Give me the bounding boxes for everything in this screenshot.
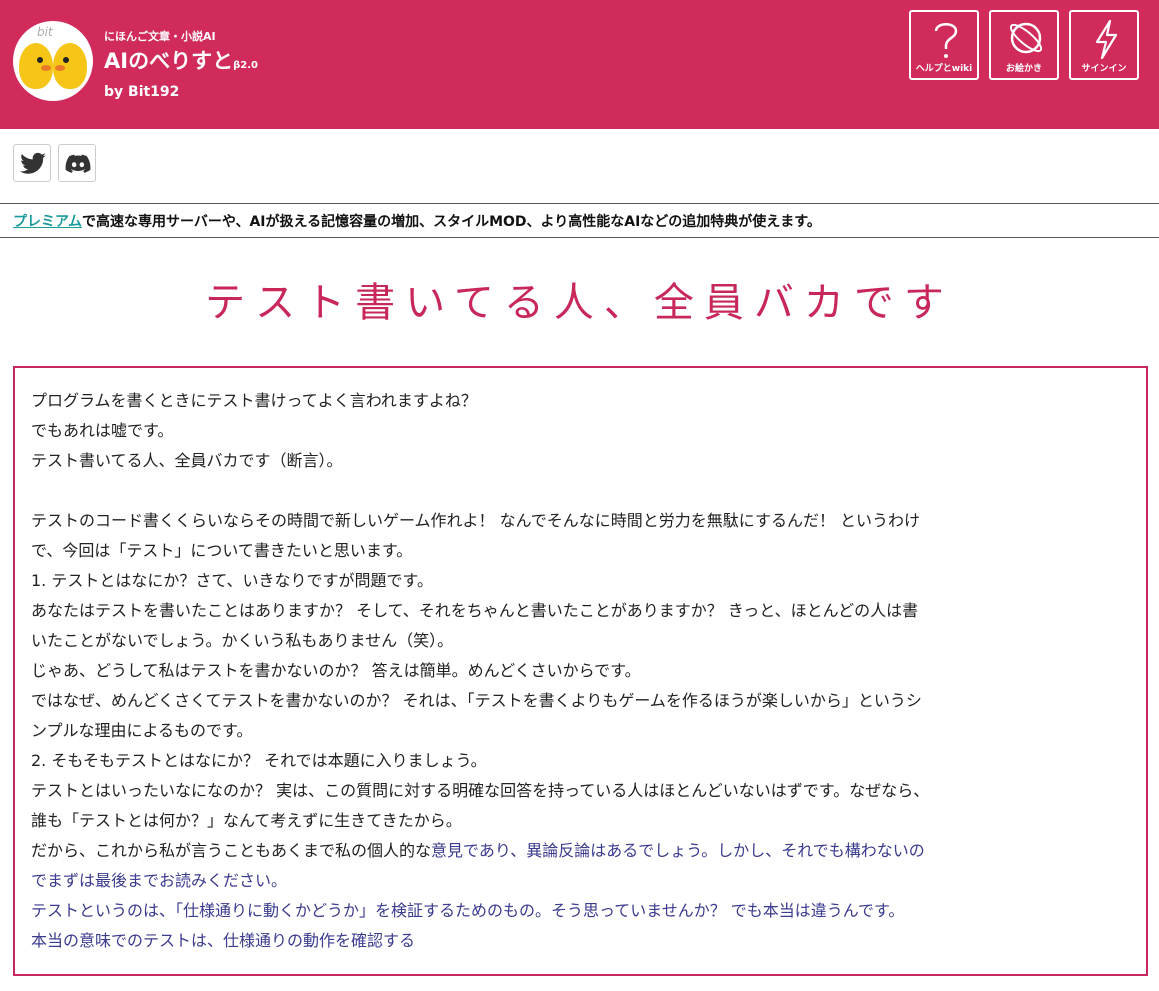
story-text-plain: だから、これから私が言うこともあくまで私の個人的な [31, 841, 432, 860]
story-mixed-line: だから、これから私が言うこともあくまで私の個人的な意見であり、異論反論はあるでし… [31, 836, 1130, 866]
help-wiki-button[interactable]: ヘルプとwiki [909, 10, 979, 80]
story-line: テストのコード書くくらいならその時間で新しいゲーム作れよ！ なんでそんなに時間と… [31, 511, 921, 530]
ai-generated-line: 本当の意味でのテストは、仕様通りの動作を確認する [31, 931, 416, 950]
story-title[interactable]: テスト書いてる人、全員バカです [0, 270, 1159, 328]
story-line: テストとはいったいなになのか？ 実は、この質問に対する明確な回答を持っている人は… [31, 781, 930, 800]
discord-icon [65, 154, 91, 173]
drawing-button[interactable]: お絵かき [989, 10, 1059, 80]
story-blank-line [31, 476, 1130, 506]
story-line: でもあれは嘘です。 [31, 421, 174, 440]
sign-in-button[interactable]: サインイン [1069, 10, 1139, 80]
story-line: ではなぜ、めんどくさくてテストを書かないのか？ それは、「テストを書くよりもゲー… [31, 691, 922, 710]
help-wiki-label: ヘルプとwiki [915, 64, 973, 74]
brand: にほんご文章・小説AI AIのべりすとβ2.0 by Bit192 [104, 30, 258, 100]
lightning-icon [1095, 19, 1118, 60]
twitter-button[interactable] [13, 144, 51, 182]
premium-link[interactable]: プレミアム [13, 214, 82, 230]
brand-tagline: にほんご文章・小説AI [104, 30, 216, 43]
bird-right-icon [53, 43, 87, 89]
story-line: 誰も「テストとは何か？」なんて考えずに生きてきたから。 [31, 811, 462, 830]
brand-by: by Bit192 [104, 84, 180, 100]
story-line: で、今回は「テスト」について書きたいと思います。 [31, 541, 413, 560]
story-line: 2. そもそもテストとはなにか？ それでは本題に入りましょう。 [31, 751, 487, 770]
logo[interactable]: bit [13, 21, 93, 101]
twitter-icon [20, 152, 46, 174]
story-line: いたことがないでしょう。かくいう私もありません（笑）。 [31, 631, 454, 650]
drawing-label: お絵かき [1005, 64, 1042, 74]
story-line: ンプルな理由によるものです。 [31, 721, 253, 740]
story-editor[interactable]: プログラムを書くときにテスト書けってよく言われますよね？ でもあれは嘘です。 テ… [13, 366, 1148, 976]
logo-text: bit [37, 25, 53, 39]
question-icon [934, 23, 958, 58]
story-line: 1. テストとはなにか？さて、いきなりですが問題です。 [31, 571, 433, 590]
app-version: β2.0 [233, 60, 258, 71]
story-line: プログラムを書くときにテスト書けってよく言われますよね？ [31, 391, 477, 410]
sign-in-label: サインイン [1081, 64, 1127, 74]
planet-icon [1009, 22, 1043, 54]
ai-generated-text: 意見であり、異論反論はあるでしょう。しかし、それでも構わないの [431, 841, 925, 860]
premium-promo-banner: プレミアムで高速な専用サーバーや、AIが扱える記憶容量の増加、スタイルMOD、よ… [0, 203, 1159, 238]
ai-generated-line: テストというのは、「仕様通りに動くかどうか」を検証するためのもの。そう思っていま… [31, 901, 905, 920]
story-line: テスト書いてる人、全員バカです（断言）。 [31, 451, 343, 470]
story-line: じゃあ、どうして私はテストを書かないのか？ 答えは簡単。めんどくさいからです。 [31, 661, 641, 680]
bird-left-icon [19, 43, 53, 89]
ai-generated-line: でまずは最後までお読みください。 [31, 871, 288, 890]
app-title[interactable]: AIのべりすとβ2.0 [104, 47, 258, 80]
app-header: bit にほんご文章・小説AI AIのべりすとβ2.0 by Bit192 ヘル… [0, 0, 1159, 129]
premium-promo-text: で高速な専用サーバーや、AIが扱える記憶容量の増加、スタイルMOD、より高性能な… [82, 214, 821, 230]
app-title-text: AIのべりすと [104, 49, 234, 73]
discord-button[interactable] [58, 144, 96, 182]
story-line: あなたはテストを書いたことはありますか？ そして、それをちゃんと書いたことがあり… [31, 601, 919, 620]
